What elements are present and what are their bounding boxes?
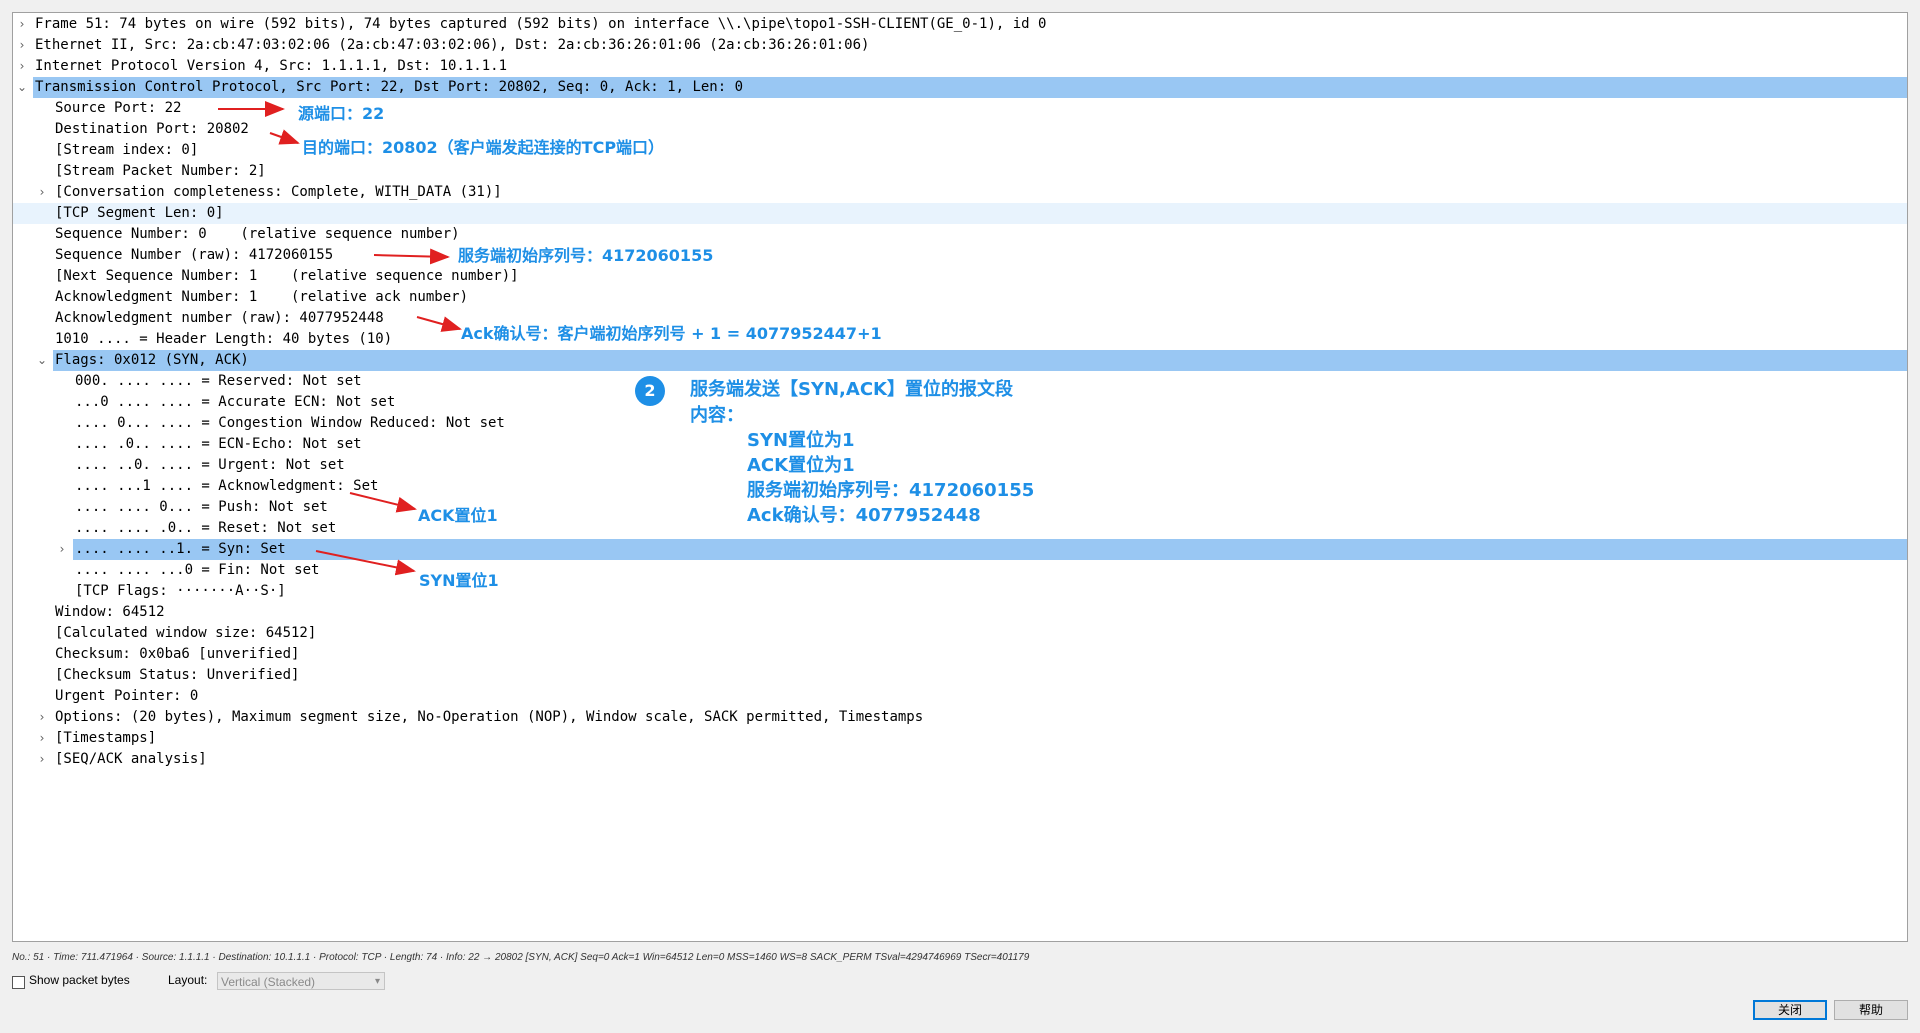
tree-row-text: Options: (20 bytes), Maximum segment siz…	[55, 709, 924, 725]
tree-row-text: .... .... ...0 = Fin: Not set	[75, 562, 320, 578]
close-button[interactable]: 关闭	[1753, 1000, 1827, 1020]
summary-line-seq: 服务端初始序列号：4172060155	[747, 480, 1035, 501]
tree-row[interactable]: .... 0... .... = Congestion Window Reduc…	[13, 413, 1907, 434]
tree-row[interactable]: › Options: (20 bytes), Maximum segment si…	[13, 707, 1907, 728]
tree-row[interactable]: › Ethernet II, Src: 2a:cb:47:03:02:06 (2a…	[13, 35, 1907, 56]
tree-row-text: [Calculated window size: 64512]	[55, 625, 317, 641]
tree-row-text: ...0 .... .... = Accurate ECN: Not set	[75, 394, 396, 410]
summary-line-ack: ACK置位为1	[747, 455, 855, 476]
tree-row-text: [Stream index: 0]	[55, 142, 199, 158]
tree-row-text: Window: 64512	[55, 604, 165, 620]
annotation-ack-raw: Ack确认号：客户端初始序列号 + 1 = 4077952447+1	[461, 324, 882, 343]
tree-row[interactable]: Acknowledgment number (raw): 4077952448	[13, 308, 1907, 329]
tree-row[interactable]: ⌄ Flags: 0x012 (SYN, ACK)	[13, 350, 1907, 371]
tree-row[interactable]: [Calculated window size: 64512]	[13, 623, 1907, 644]
tree-row[interactable]: Sequence Number: 0 (relative sequence nu…	[13, 224, 1907, 245]
tree-row-text: .... .... ..1. = Syn: Set	[75, 541, 286, 557]
tree-row-text: .... 0... .... = Congestion Window Reduc…	[75, 415, 505, 431]
tree-row-text: 1010 .... = Header Length: 40 bytes (10)	[55, 331, 393, 347]
tree-row-text: Checksum: 0x0ba6 [unverified]	[55, 646, 300, 662]
tree-row-text: [TCP Segment Len: 0]	[55, 205, 224, 221]
chevron-right-icon[interactable]: ›	[55, 539, 69, 560]
tree-row-text: Acknowledgment Number: 1 (relative ack n…	[55, 289, 469, 305]
chevron-right-icon[interactable]: ›	[35, 728, 49, 749]
tree-row[interactable]: › [SEQ/ACK analysis]	[13, 749, 1907, 770]
tree-row[interactable]: Acknowledgment Number: 1 (relative ack n…	[13, 287, 1907, 308]
summary-line-acknum: Ack确认号：4077952448	[747, 505, 981, 526]
tree-row[interactable]: 1010 .... = Header Length: 40 bytes (10)	[13, 329, 1907, 350]
layout-select[interactable]: Vertical (Stacked) ▾	[217, 972, 385, 990]
tree-row[interactable]: ⌄ Transmission Control Protocol, Src Port…	[13, 77, 1907, 98]
tree-row[interactable]: .... .0.. .... = ECN-Echo: Not set	[13, 434, 1907, 455]
tree-row-text: Acknowledgment number (raw): 4077952448	[55, 310, 384, 326]
tree-row-text: .... ...1 .... = Acknowledgment: Set	[75, 478, 379, 494]
tree-row[interactable]: › .... .... ..1. = Syn: Set	[13, 539, 1907, 560]
chevron-right-icon[interactable]: ›	[15, 35, 29, 56]
tree-row[interactable]: Sequence Number (raw): 4172060155	[13, 245, 1907, 266]
tree-row[interactable]: .... ..0. .... = Urgent: Not set	[13, 455, 1907, 476]
tree-row-text: [Next Sequence Number: 1 (relative seque…	[55, 268, 519, 284]
packet-status-bar: No.: 51 · Time: 711.471964 · Source: 1.1…	[12, 952, 1030, 963]
tree-row-text: Flags: 0x012 (SYN, ACK)	[55, 352, 249, 368]
help-button[interactable]: 帮助	[1834, 1000, 1908, 1020]
tree-row-text: Destination Port: 20802	[55, 121, 249, 137]
tree-row-text: [Checksum Status: Unverified]	[55, 667, 300, 683]
tree-row[interactable]: [Stream Packet Number: 2]	[13, 161, 1907, 182]
tree-row[interactable]: [Checksum Status: Unverified]	[13, 665, 1907, 686]
tree-row-text: 000. .... .... = Reserved: Not set	[75, 373, 362, 389]
tree-row[interactable]: [TCP Flags: ·······A··S·]	[13, 581, 1907, 602]
tree-row-text: [TCP Flags: ·······A··S·]	[75, 583, 286, 599]
chevron-down-icon[interactable]: ⌄	[35, 350, 49, 371]
tree-row-text: [SEQ/ACK analysis]	[55, 751, 207, 767]
tree-row-text: Source Port: 22	[55, 100, 182, 116]
show-packet-bytes-label: Show packet bytes	[29, 973, 130, 987]
tree-row[interactable]: › [Conversation completeness: Complete, W…	[13, 182, 1907, 203]
chevron-right-icon[interactable]: ›	[35, 707, 49, 728]
tree-row-text: Internet Protocol Version 4, Src: 1.1.1.…	[35, 58, 508, 74]
summary-content-label: 内容：	[690, 405, 744, 426]
tree-row[interactable]: Urgent Pointer: 0	[13, 686, 1907, 707]
layout-label: Layout:	[168, 973, 208, 987]
packet-detail-tree[interactable]: › Frame 51: 74 bytes on wire (592 bits), …	[12, 12, 1908, 942]
chevron-down-icon: ▾	[374, 976, 380, 987]
summary-title: 服务端发送【SYN,ACK】置位的报文段	[690, 379, 1013, 400]
tree-row-text: Ethernet II, Src: 2a:cb:47:03:02:06 (2a:…	[35, 37, 870, 53]
tree-row[interactable]: [TCP Segment Len: 0]	[13, 203, 1907, 224]
tree-row[interactable]: Window: 64512	[13, 602, 1907, 623]
tree-row[interactable]: › Frame 51: 74 bytes on wire (592 bits), …	[13, 14, 1907, 35]
tree-row-text: [Conversation completeness: Complete, WI…	[55, 184, 502, 200]
annotation-ack-flag: ACK置位1	[418, 506, 498, 525]
tree-row[interactable]: [Stream index: 0]	[13, 140, 1907, 161]
chevron-right-icon[interactable]: ›	[35, 749, 49, 770]
tree-row-text: Sequence Number: 0 (relative sequence nu…	[55, 226, 460, 242]
tree-row-text: .... ..0. .... = Urgent: Not set	[75, 457, 345, 473]
tree-row[interactable]: [Next Sequence Number: 1 (relative seque…	[13, 266, 1907, 287]
tree-row-text: .... .... 0... = Push: Not set	[75, 499, 328, 515]
tree-row[interactable]: .... .... ...0 = Fin: Not set	[13, 560, 1907, 581]
tree-row-text: Urgent Pointer: 0	[55, 688, 199, 704]
chevron-right-icon[interactable]: ›	[15, 14, 29, 35]
tree-row-text: [Timestamps]	[55, 730, 157, 746]
annotation-dest-port: 目的端口：20802（客户端发起连接的TCP端口）	[302, 138, 665, 157]
chevron-right-icon[interactable]: ›	[35, 182, 49, 203]
tree-row[interactable]: › [Timestamps]	[13, 728, 1907, 749]
annotation-source-port: 源端口：22	[298, 104, 385, 123]
step-badge: 2	[635, 376, 665, 406]
tree-row-text: Sequence Number (raw): 4172060155	[55, 247, 334, 263]
tree-row-text: .... .0.. .... = ECN-Echo: Not set	[75, 436, 362, 452]
tree-row[interactable]: Checksum: 0x0ba6 [unverified]	[13, 644, 1907, 665]
tree-row-text: [Stream Packet Number: 2]	[55, 163, 266, 179]
show-packet-bytes-checkbox[interactable]	[12, 976, 25, 989]
annotation-syn-flag: SYN置位1	[419, 571, 499, 590]
chevron-down-icon[interactable]: ⌄	[15, 77, 29, 98]
tree-row[interactable]: › Internet Protocol Version 4, Src: 1.1.1…	[13, 56, 1907, 77]
chevron-right-icon[interactable]: ›	[15, 56, 29, 77]
annotation-seq-raw: 服务端初始序列号：4172060155	[458, 246, 714, 265]
summary-line-syn: SYN置位为1	[747, 430, 855, 451]
tree-row-text: Frame 51: 74 bytes on wire (592 bits), 7…	[35, 16, 1047, 32]
layout-select-value: Vertical (Stacked)	[221, 975, 316, 989]
tree-row-text: .... .... .0.. = Reset: Not set	[75, 520, 337, 536]
tree-row-text: Transmission Control Protocol, Src Port:…	[35, 79, 744, 95]
